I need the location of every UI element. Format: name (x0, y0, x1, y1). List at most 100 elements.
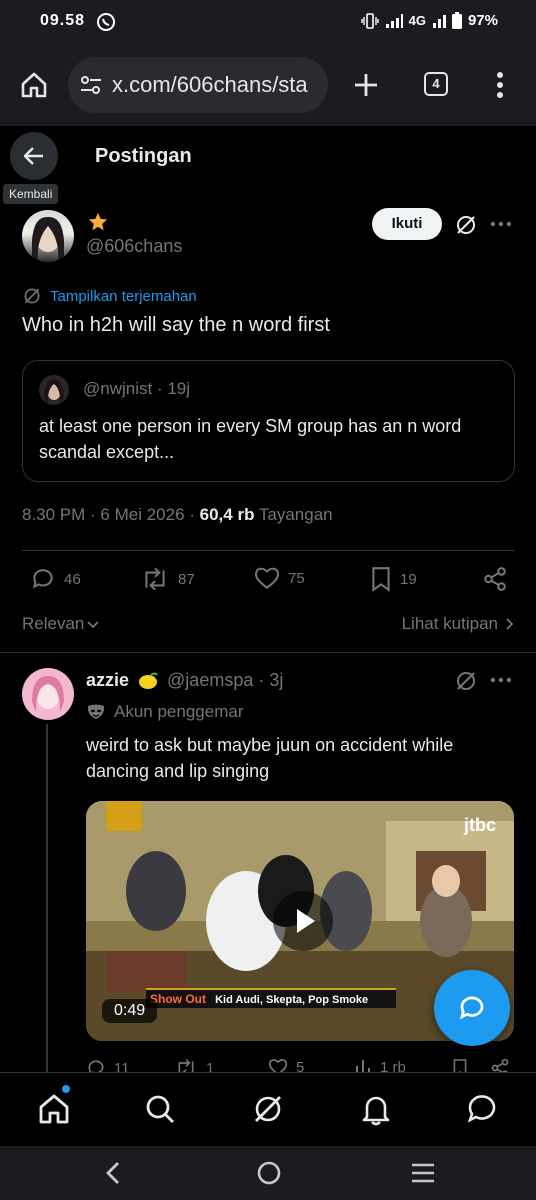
share-button[interactable] (482, 566, 508, 592)
browser-menu-icon[interactable] (496, 71, 504, 99)
chevron-right-icon (504, 617, 514, 631)
star-badge-icon (87, 211, 109, 233)
post-actions: 46 87 75 19 (22, 566, 515, 600)
quoted-text: at least one person in every SM group ha… (39, 416, 462, 462)
song-banner: Show Out Kid Audi, Skepta, Pop Smoke (146, 988, 396, 1008)
site-settings-icon[interactable] (80, 75, 102, 95)
android-back-icon[interactable] (104, 1160, 122, 1186)
reply-reply-count: 11 (114, 1059, 130, 1073)
nav-messages[interactable] (464, 1091, 500, 1127)
post-text: Who in h2h will say the n word first (22, 314, 330, 336)
reply-author-row[interactable]: azzie @jaemspa · 3j (86, 670, 283, 691)
page-title: Postingan (95, 145, 192, 167)
bookmark-button[interactable]: 19 (370, 566, 417, 592)
view-count: 60,4 rb (199, 505, 255, 524)
grok-icon[interactable] (454, 213, 478, 237)
notifications-icon (358, 1091, 394, 1127)
reply-share-button[interactable] (490, 1058, 510, 1072)
chevron-down-icon (86, 619, 100, 629)
status-time: 09.58 (40, 12, 86, 29)
quoted-handle: @nwjnist · 19j (83, 379, 191, 398)
reply-bubble-icon (457, 993, 487, 1023)
browser-toolbar: x.com/606chans/sta 4 (0, 44, 536, 126)
bookmark-icon (370, 566, 392, 592)
reply-reply-button[interactable]: 11 (86, 1058, 130, 1072)
author-handle[interactable]: @606chans (86, 236, 182, 257)
banner-artists: Kid Audi, Skepta, Pop Smoke (215, 994, 369, 1006)
new-tab-icon[interactable] (352, 71, 380, 99)
post-meta: 8.30 PM · 6 Mei 2026 · 60,4 rb Tayangan (22, 505, 333, 525)
show-translation-link[interactable]: Tampilkan terjemahan (22, 286, 197, 306)
view-quotes-link[interactable]: Lihat kutipan (402, 614, 514, 634)
reply-like-count: 5 (296, 1058, 305, 1073)
url-text[interactable]: x.com/606chans/sta (112, 72, 324, 98)
reply-count: 46 (64, 570, 81, 588)
divider (0, 652, 536, 653)
lemon-emoji-icon (137, 671, 159, 691)
whatsapp-icon (96, 12, 116, 32)
reply-bookmark-button[interactable] (452, 1058, 468, 1072)
share-icon (482, 566, 508, 592)
reply-like-button[interactable]: 5 (268, 1058, 304, 1072)
nav-notifications[interactable] (358, 1091, 394, 1127)
url-bar[interactable]: x.com/606chans/sta (68, 57, 328, 113)
like-count: 75 (288, 569, 305, 587)
grok-icon[interactable] (454, 669, 478, 693)
fan-account-text: Akun penggemar (114, 702, 244, 721)
play-button[interactable] (273, 891, 333, 951)
bookmark-count: 19 (400, 570, 417, 588)
post-timestamp: 8.30 PM · 6 Mei 2026 · (22, 505, 200, 524)
compose-reply-button[interactable] (434, 970, 510, 1046)
follow-button[interactable]: Ikuti (372, 208, 442, 240)
reply-button[interactable]: 46 (30, 566, 81, 592)
play-icon (295, 907, 317, 935)
back-tooltip: Kembali (3, 184, 59, 204)
bottom-navigation (0, 1072, 536, 1146)
reply-author-avatar[interactable] (22, 668, 74, 720)
mask-icon (86, 703, 106, 721)
home-notification-dot (62, 1085, 70, 1093)
signal-icon-2 (432, 14, 446, 28)
reply-text: weird to ask but maybe juun on accident … (86, 735, 454, 781)
reply-handle-time: @jaemspa · 3j (167, 670, 284, 690)
author-avatar[interactable] (22, 210, 74, 262)
views-icon (354, 1058, 372, 1072)
nav-grok[interactable] (250, 1091, 286, 1127)
status-indicators: 4G 97% (360, 12, 498, 29)
nav-search[interactable] (142, 1091, 178, 1127)
repost-icon (140, 566, 170, 592)
reply-actions: 11 1 5 1 rb (86, 1058, 516, 1072)
vibrate-icon (360, 12, 379, 29)
reply-icon (86, 1058, 106, 1072)
quoted-author-avatar (39, 375, 69, 405)
more-options-icon[interactable] (490, 677, 512, 683)
android-navigation-bar (0, 1146, 536, 1200)
more-options-icon[interactable] (490, 221, 512, 227)
android-home-icon[interactable] (256, 1160, 282, 1186)
quoted-post[interactable]: @nwjnist · 19j at least one person in ev… (22, 360, 515, 482)
reply-author-name[interactable]: azzie (86, 670, 129, 691)
sort-relevance-dropdown[interactable]: Relevan (22, 614, 100, 634)
heart-icon (268, 1058, 288, 1072)
banner-title: Show Out (150, 992, 206, 1006)
nav-home[interactable] (36, 1091, 72, 1127)
reply-view-count: 1 rb (380, 1058, 406, 1073)
sort-label[interactable]: Relevan (22, 614, 84, 634)
arrow-left-icon (23, 145, 45, 167)
bookmark-icon (452, 1058, 468, 1072)
reply-views-button[interactable]: 1 rb (354, 1058, 406, 1072)
tab-count-button[interactable]: 4 (424, 72, 448, 96)
view-quotes-label[interactable]: Lihat kutipan (402, 614, 498, 634)
views-label: Tayangan (258, 505, 333, 524)
back-button[interactable] (10, 132, 58, 180)
fan-account-label: Akun penggemar (86, 702, 243, 722)
browser-home-icon[interactable] (20, 71, 48, 99)
reply-repost-button[interactable]: 1 (174, 1058, 214, 1072)
like-button[interactable]: 75 (254, 566, 305, 590)
messages-icon (464, 1091, 500, 1127)
repost-button[interactable]: 87 (140, 566, 195, 592)
status-bar: 09.58 4G 97% (0, 0, 536, 44)
translate-label[interactable]: Tampilkan terjemahan (50, 288, 197, 305)
android-recents-icon[interactable] (410, 1162, 436, 1184)
battery-icon (451, 12, 462, 29)
